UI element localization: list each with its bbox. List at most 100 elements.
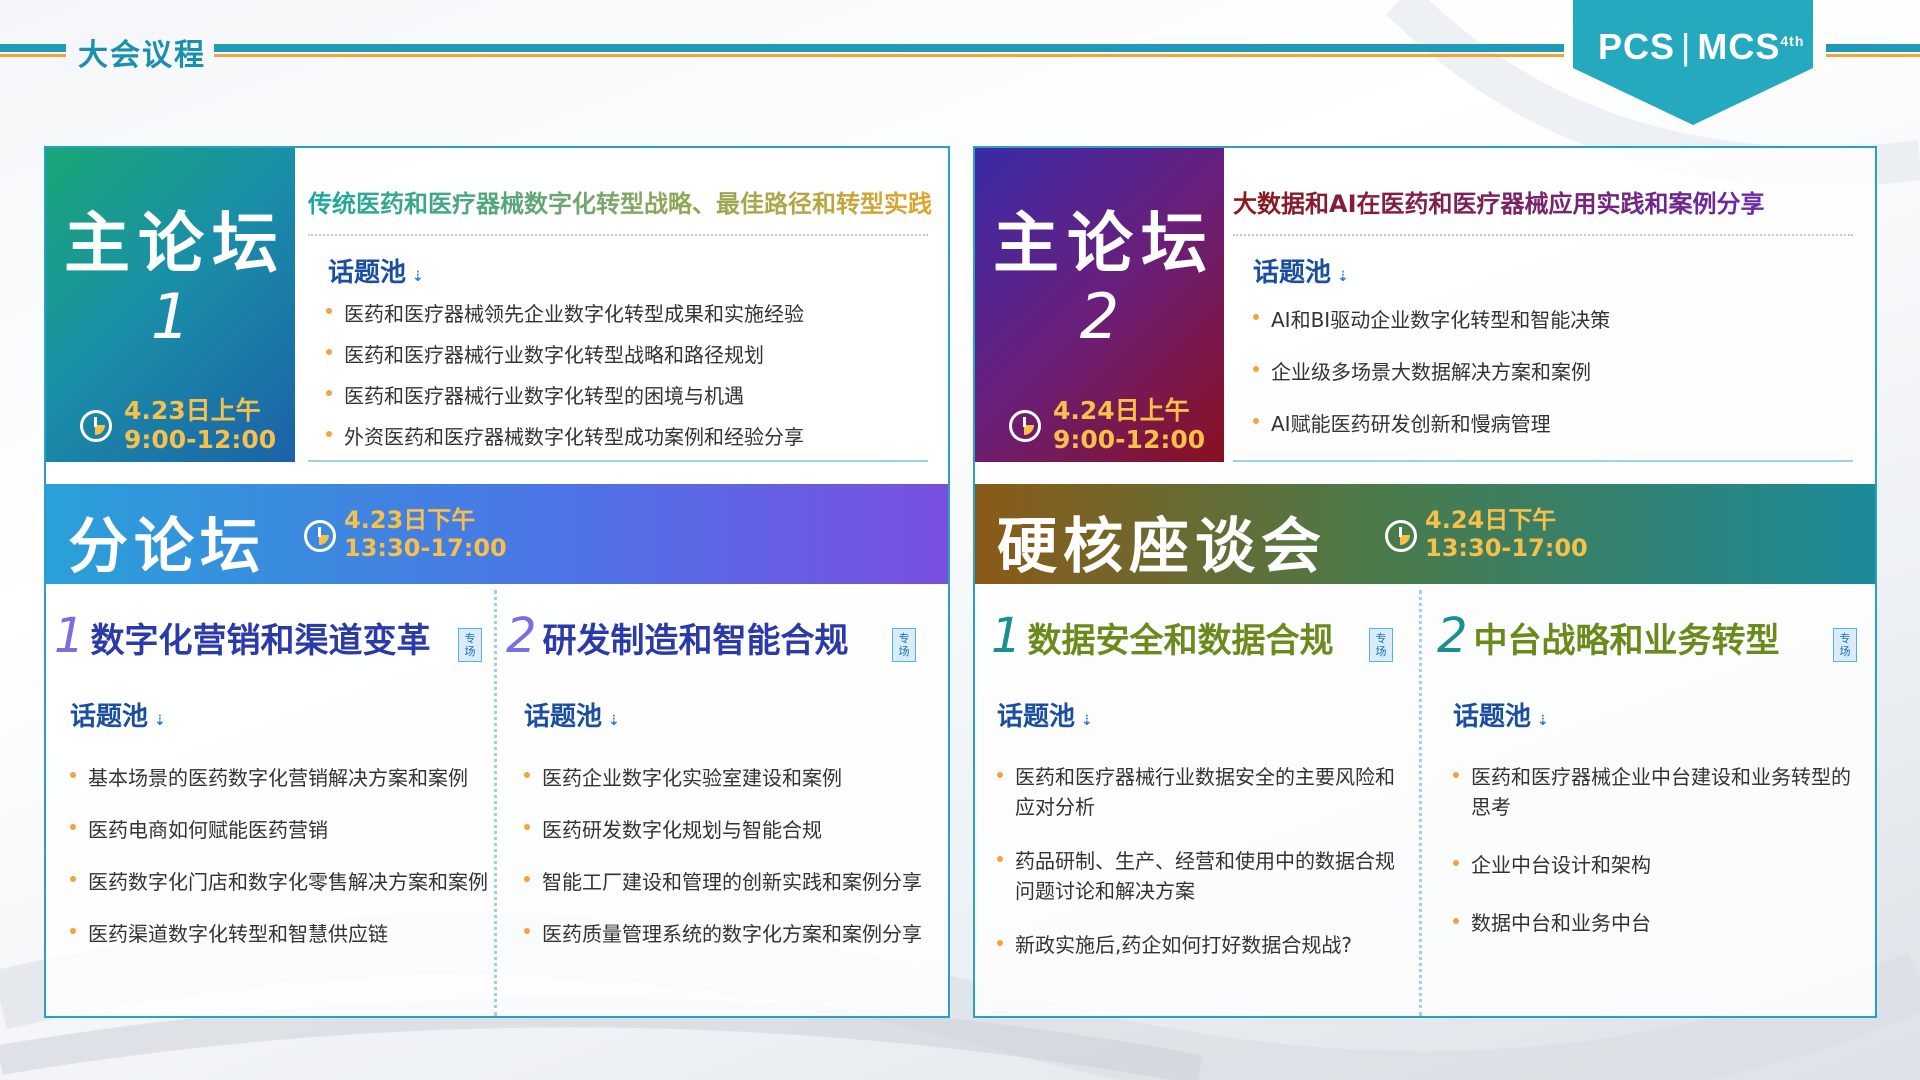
sub-forum-time: 4.23日下午 13:30-17:00 (344, 506, 507, 562)
list-item: 医药和医疗器械行业数字化转型战略和路径规划 (324, 339, 924, 380)
list-item: 医药研发数字化规划与智能合规 (522, 814, 942, 866)
list-item: 药品研制、生产、经营和使用中的数据合规问题讨论和解决方案 (995, 846, 1395, 930)
session-number: 2 (506, 608, 537, 664)
main-forum-1-date: 4.23日上午 (124, 396, 261, 425)
main-forum-2-topics: AI和BI驱动企业数字化转型和智能决策 企业级多场景大数据解决方案和案例 AI赋… (1251, 304, 1851, 460)
header-line-right-accent (1826, 54, 1920, 57)
session-name: 研发制造和智能合规 (542, 621, 849, 661)
topic-pool-text: 话题池 (1453, 702, 1532, 732)
chevron-down-icon: ⇣ (412, 269, 424, 285)
divider (308, 234, 928, 236)
topic-pool-label: 话题池 ⇣ (997, 696, 1093, 733)
logo-right-text: MCS (1697, 26, 1781, 67)
list-item: AI和BI驱动企业数字化转型和智能决策 (1251, 304, 1851, 356)
divider (308, 460, 928, 462)
roundtable-date: 4.24日下午 (1425, 506, 1557, 534)
session-tag: 专场 (1833, 628, 1857, 662)
clock-icon (1009, 410, 1041, 442)
divider (1233, 234, 1853, 236)
topic-pool-label: 话题池 ⇣ (524, 696, 620, 733)
sub-forum-hours: 13:30-17:00 (344, 534, 507, 562)
roundtable-hours: 13:30-17:00 (1425, 534, 1588, 562)
session-name: 中台战略和业务转型 (1473, 621, 1780, 661)
session-name: 数字化营销和渠道变革 (90, 621, 431, 661)
main-forum-1-hours: 9:00-12:00 (124, 425, 277, 454)
main-forum-2-heading: 大数据和AI在医药和医疗器械应用实践和案例分享 (1233, 184, 1765, 219)
list-item: 企业级多场景大数据解决方案和案例 (1251, 356, 1851, 408)
session-tag: 专场 (458, 628, 482, 662)
main-forum-1-block: 主论坛 1 4.23日上午 9:00-12:00 (46, 148, 295, 462)
topic-pool-text: 话题池 (997, 702, 1076, 732)
main-forum-1-heading: 传统医药和医疗器械数字化转型战略、最佳路径和转型实践 (308, 184, 932, 219)
topic-pool-label: 话题池 ⇣ (70, 696, 166, 733)
header-line-left (0, 44, 66, 52)
session-tag: 专场 (1369, 628, 1393, 662)
topic-pool-text: 话题池 (70, 702, 149, 732)
list-item: 基本场景的医药数字化营销解决方案和案例 (68, 762, 498, 814)
roundtable-title: 硬核座谈会 (997, 512, 1327, 582)
main-forum-2-block: 主论坛 2 4.24日上午 9:00-12:00 (975, 148, 1224, 462)
session-1-title: 1 数字化营销和渠道变革 (54, 608, 431, 664)
page-title: 大会议程 (78, 38, 206, 73)
main-forum-2-time: 4.24日上午 9:00-12:00 (1053, 396, 1205, 454)
main-forum-2-date: 4.24日上午 (1053, 396, 1190, 425)
list-item: 医药和医疗器械行业数据安全的主要风险和应对分析 (995, 762, 1395, 846)
session-number: 1 (54, 608, 85, 664)
list-item: 医药渠道数字化转型和智慧供应链 (68, 918, 498, 970)
topic-pool-text: 话题池 (328, 258, 407, 288)
main-forum-1-title: 主论坛 (64, 205, 286, 282)
list-item: 医药和医疗器械行业数字化转型的困境与机遇 (324, 380, 924, 421)
right-panel: 主论坛 2 4.24日上午 9:00-12:00 大数据和AI在医药和医疗器械应… (973, 146, 1877, 1018)
clock-icon (304, 520, 336, 552)
left-panel: 主论坛 1 4.23日上午 9:00-12:00 传统医药和医疗器械数字化转型战… (44, 146, 950, 1018)
logo-left-text: PCS (1598, 26, 1676, 67)
sub-forum-band: 分论坛 4.23日下午 13:30-17:00 (46, 484, 948, 584)
column-divider (1419, 590, 1422, 1016)
logo-sup-text: 4th (1780, 33, 1805, 49)
roundtable-band: 硬核座谈会 4.24日下午 13:30-17:00 (975, 484, 1875, 584)
session-tag: 专场 (892, 628, 916, 662)
topic-pool-label: 话题池 ⇣ (1453, 696, 1549, 733)
session-2-title: 2 研发制造和智能合规 (506, 608, 849, 664)
header-line-left-accent (0, 54, 66, 57)
session-name: 数据安全和数据合规 (1027, 621, 1334, 661)
chevron-down-icon: ⇣ (1537, 713, 1549, 729)
topic-pool-text: 话题池 (1253, 258, 1332, 288)
list-item: 医药质量管理系统的数字化方案和案例分享 (522, 918, 942, 970)
main-forum-1-time: 4.23日上午 9:00-12:00 (124, 396, 276, 454)
list-item: 医药电商如何赋能医药营销 (68, 814, 498, 866)
list-item: 医药和医疗器械企业中台建设和业务转型的思考 (1451, 762, 1861, 850)
list-item: 新政实施后,药企如何打好数据合规战? (995, 930, 1395, 972)
sub-forum-date: 4.23日下午 (344, 506, 476, 534)
header-line-mid-accent (214, 54, 1564, 57)
session-4-title: 2 中台战略和业务转型 (1437, 608, 1780, 664)
main-forum-2-title: 主论坛 (993, 205, 1215, 282)
session-number: 2 (1437, 608, 1468, 664)
list-item: 医药企业数字化实验室建设和案例 (522, 762, 942, 814)
session-3-topics: 医药和医疗器械行业数据安全的主要风险和应对分析 药品研制、生产、经营和使用中的数… (995, 762, 1395, 972)
header-line-right (1826, 44, 1920, 52)
sub-forum-title: 分论坛 (68, 512, 266, 582)
chevron-down-icon: ⇣ (1081, 713, 1093, 729)
divider (1233, 460, 1853, 462)
logo: PCS | MCS4th (1598, 26, 1805, 67)
chevron-down-icon: ⇣ (1337, 269, 1349, 285)
list-item: 医药和医疗器械领先企业数字化转型成果和实施经验 (324, 298, 924, 339)
chevron-down-icon: ⇣ (608, 713, 620, 729)
main-forum-2-hours: 9:00-12:00 (1053, 425, 1206, 454)
clock-icon (1385, 520, 1417, 552)
header-line-mid (214, 44, 1564, 52)
list-item: 医药数字化门店和数字化零售解决方案和案例 (68, 866, 498, 918)
session-1-topics: 基本场景的医药数字化营销解决方案和案例 医药电商如何赋能医药营销 医药数字化门店… (68, 762, 498, 970)
main-forum-1-topics: 医药和医疗器械领先企业数字化转型成果和实施经验 医药和医疗器械行业数字化转型战略… (324, 298, 924, 462)
main-forum-1-number: 1 (150, 280, 191, 353)
session-4-topics: 医药和医疗器械企业中台建设和业务转型的思考 企业中台设计和架构 数据中台和业务中… (1451, 762, 1861, 950)
clock-icon (80, 410, 112, 442)
session-number: 1 (991, 608, 1022, 664)
roundtable-time: 4.24日下午 13:30-17:00 (1425, 506, 1588, 562)
list-item: AI赋能医药研发创新和慢病管理 (1251, 408, 1851, 460)
topic-pool-text: 话题池 (524, 702, 603, 732)
list-item: 智能工厂建设和管理的创新实践和案例分享 (522, 866, 942, 918)
main-forum-2-number: 2 (1079, 280, 1120, 353)
topic-pool-label: 话题池 ⇣ (328, 252, 424, 289)
